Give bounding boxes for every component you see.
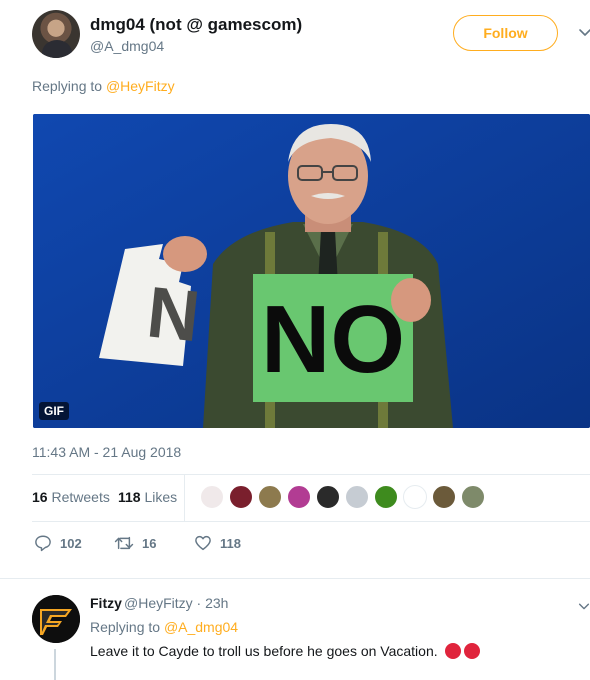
angry-face-emoji-icon bbox=[444, 643, 461, 659]
liker-avatar[interactable] bbox=[461, 485, 485, 509]
chevron-down-icon[interactable] bbox=[577, 599, 590, 613]
liker-avatar[interactable] bbox=[200, 485, 224, 509]
reply-count: 102 bbox=[60, 535, 82, 551]
author-avatar[interactable] bbox=[32, 10, 80, 58]
replying-mention-link[interactable]: @HeyFitzy bbox=[106, 78, 175, 94]
gif-illustration: N NO bbox=[33, 114, 590, 428]
divider bbox=[32, 521, 590, 522]
reply-mention-link[interactable]: @A_dmg04 bbox=[164, 619, 238, 635]
reply-tweet[interactable]: Fitzy @HeyFitzy · 23h Replying to @A_dmg… bbox=[0, 578, 590, 680]
reply-icon bbox=[35, 535, 51, 552]
replying-to: Replying to @HeyFitzy bbox=[32, 78, 175, 94]
reply-replying-to: Replying to @A_dmg04 bbox=[90, 619, 238, 635]
liker-avatar[interactable] bbox=[374, 485, 398, 509]
retweets-count: 16 bbox=[32, 489, 48, 505]
author-name[interactable]: dmg04 (not @ gamescom) bbox=[90, 15, 302, 35]
fitzy-logo-icon bbox=[32, 595, 80, 643]
thread-line bbox=[54, 649, 56, 680]
reply-action[interactable]: 102 bbox=[34, 534, 82, 552]
like-action[interactable]: 118 bbox=[194, 534, 241, 552]
like-count: 118 bbox=[220, 535, 241, 551]
author-handle[interactable]: @A_dmg04 bbox=[90, 38, 164, 54]
tweet-actions: 102 16 118 bbox=[32, 532, 590, 560]
replying-prefix: Replying to bbox=[32, 78, 106, 94]
gif-media[interactable]: N NO GIF bbox=[33, 114, 590, 428]
tweet-header: dmg04 (not @ gamescom) @A_dmg04 Follow bbox=[32, 10, 590, 62]
likes-label: Likes bbox=[144, 489, 178, 505]
likes-stat[interactable]: 118 Likes bbox=[118, 489, 177, 505]
heart-icon bbox=[195, 535, 211, 551]
reply-author-avatar[interactable] bbox=[32, 595, 80, 643]
liker-avatar[interactable] bbox=[316, 485, 340, 509]
follow-button[interactable]: Follow bbox=[453, 15, 558, 51]
reply-replying-prefix: Replying to bbox=[90, 619, 164, 635]
stats-separator bbox=[184, 475, 185, 521]
reply-text-content: Leave it to Cayde to troll us before he … bbox=[90, 643, 438, 659]
torn-sign-text: N bbox=[143, 272, 203, 357]
liker-avatar[interactable] bbox=[258, 485, 282, 509]
liker-avatar[interactable] bbox=[345, 485, 369, 509]
gif-badge: GIF bbox=[39, 402, 69, 420]
green-sign-text: NO bbox=[261, 286, 405, 393]
tweet-timestamp[interactable]: 11:43 AM - 21 Aug 2018 bbox=[32, 444, 181, 460]
retweets-label: Retweets bbox=[51, 489, 110, 505]
likes-count: 118 bbox=[118, 489, 141, 505]
tweet-stats: 16 Retweets 118 Likes bbox=[32, 475, 590, 521]
liker-avatar[interactable] bbox=[403, 485, 427, 509]
reply-text: Leave it to Cayde to troll us before he … bbox=[90, 643, 480, 659]
liker-avatar[interactable] bbox=[432, 485, 456, 509]
chevron-down-icon[interactable] bbox=[577, 24, 590, 40]
liker-avatar[interactable] bbox=[287, 485, 311, 509]
retweet-action[interactable]: 16 bbox=[114, 534, 156, 552]
reply-author-handle[interactable]: @HeyFitzy · 23h bbox=[124, 595, 228, 611]
reply-author-name[interactable]: Fitzy bbox=[90, 595, 122, 611]
liker-avatar[interactable] bbox=[229, 485, 253, 509]
retweet-count: 16 bbox=[142, 535, 157, 551]
cursing-face-emoji-icon bbox=[463, 643, 480, 659]
retweets-stat[interactable]: 16 Retweets bbox=[32, 489, 110, 505]
retweet-icon bbox=[114, 536, 134, 550]
